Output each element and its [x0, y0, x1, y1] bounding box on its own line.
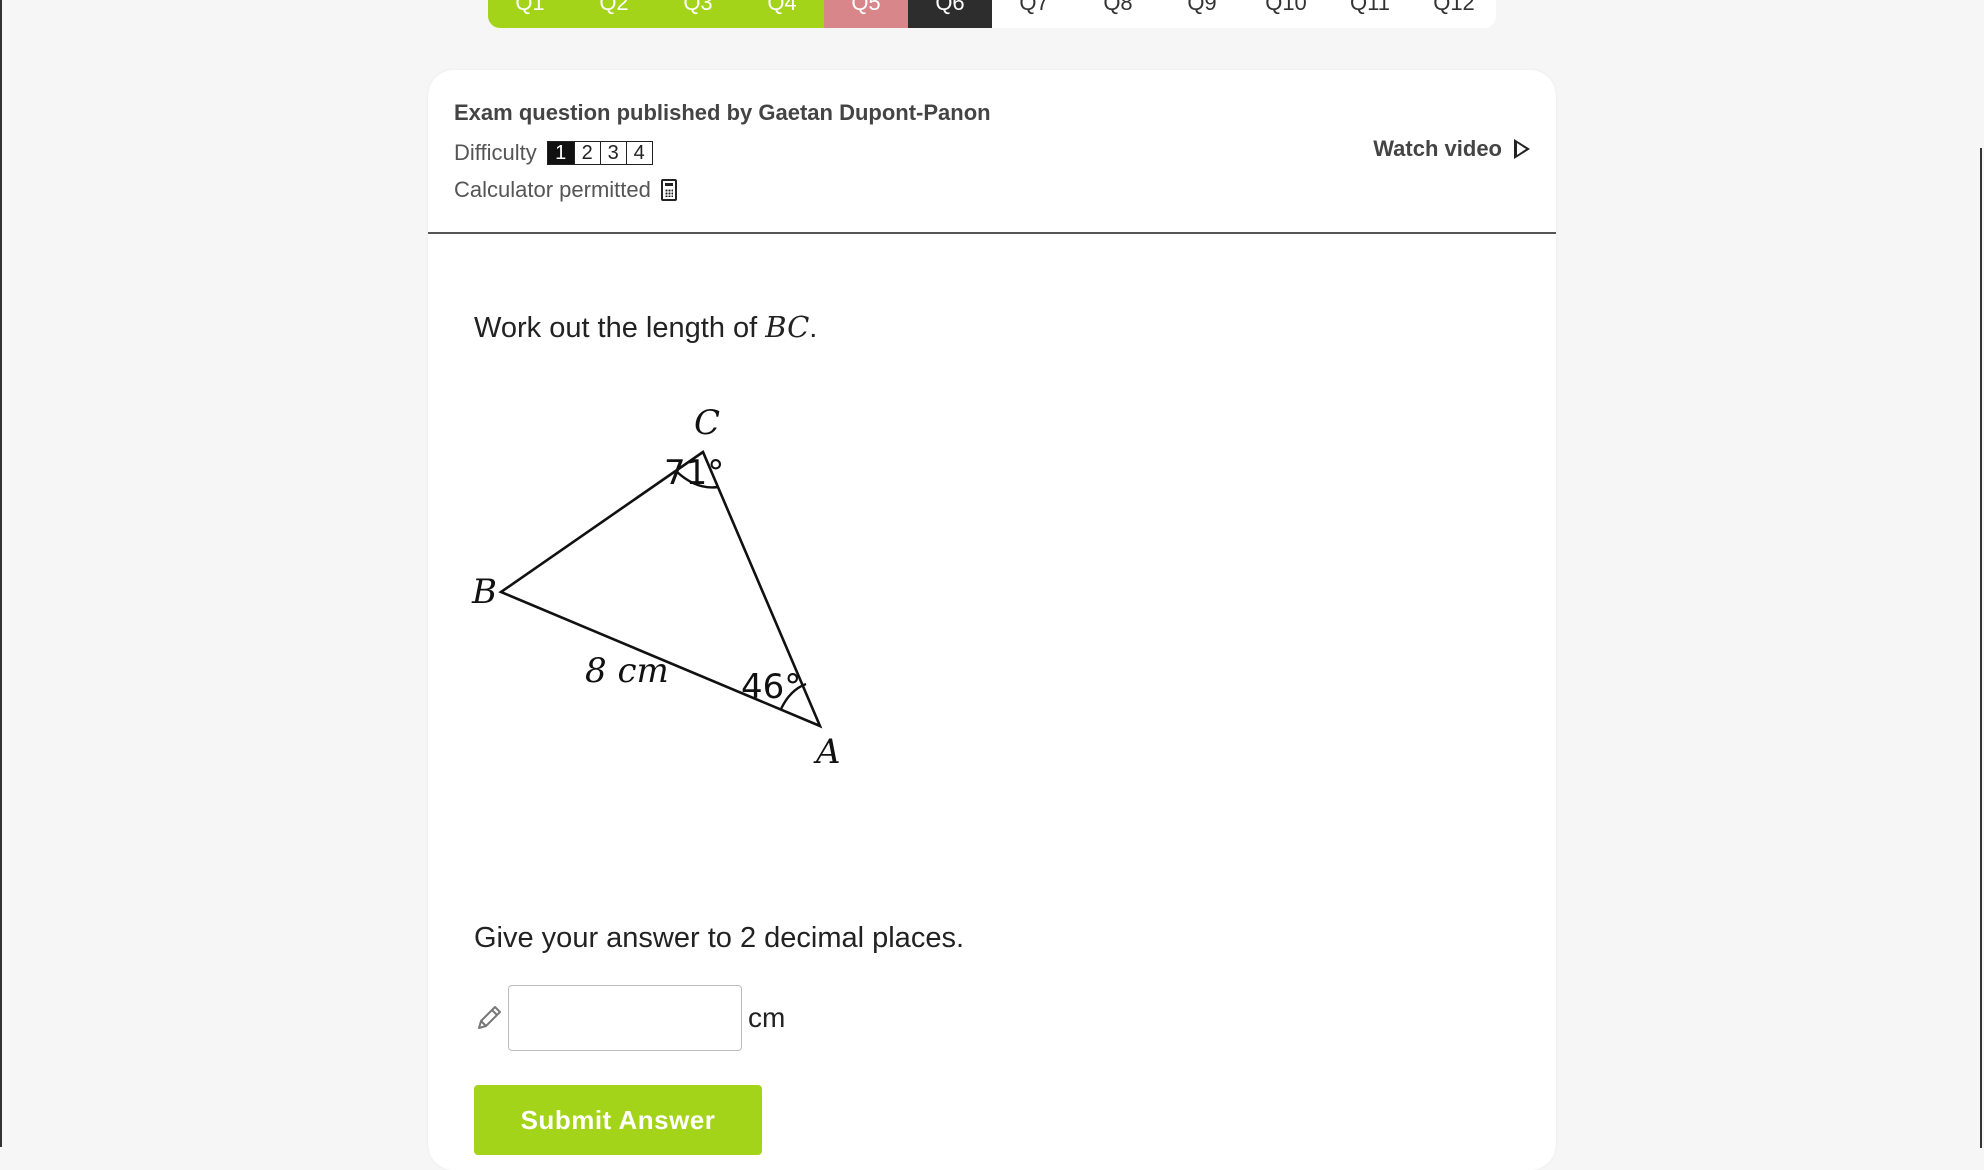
question-tab-q5[interactable]: Q5 [824, 0, 908, 28]
triangle-diagram: C B A 71° 46° 8 cm [471, 403, 841, 772]
vertex-c-label: C [694, 403, 720, 443]
question-tab-q12[interactable]: Q12 [1412, 0, 1496, 28]
submit-answer-button[interactable]: Submit Answer [474, 1085, 762, 1155]
question-header: Exam question published by Gaetan Dupont… [428, 70, 1556, 234]
question-tab-q3[interactable]: Q3 [656, 0, 740, 28]
difficulty-level-3: 3 [599, 142, 626, 164]
vertex-a-label: A [813, 732, 841, 772]
publisher-text: Exam question published by Gaetan Dupont… [454, 100, 991, 125]
watch-video-label: Watch video [1373, 136, 1502, 161]
question-text-suffix: . [809, 312, 818, 344]
question-tab-label: Q1 [515, 0, 545, 15]
question-tab-label: Q11 [1350, 0, 1390, 15]
calculator-permitted: Calculator permitted [454, 177, 677, 203]
question-tab-label: Q6 [935, 0, 965, 15]
question-tab-label: Q7 [1019, 0, 1049, 15]
answer-instruction: Give your answer to 2 decimal places. [474, 922, 964, 954]
question-card: Exam question published by Gaetan Dupont… [428, 70, 1556, 1170]
question-tab-bar: Q1 Q2 Q3 Q4 Q5 Q6 Q7 Q8 Q9 Q10 Q11 Q12 [488, 0, 1496, 28]
question-tab-label: Q2 [599, 0, 629, 15]
difficulty-scale: 1234 [546, 141, 653, 165]
question-tab-label: Q4 [767, 0, 797, 15]
angle-c-label: 71° [664, 453, 724, 493]
question-tab-label: Q3 [683, 0, 713, 15]
difficulty-level-4: 4 [625, 142, 652, 164]
play-icon [1514, 139, 1530, 159]
question-tab-q1[interactable]: Q1 [488, 0, 572, 28]
difficulty-indicator: Difficulty 1234 [454, 140, 653, 166]
question-tab-q6[interactable]: Q6 [908, 0, 992, 28]
question-tab-label: Q9 [1187, 0, 1217, 15]
watch-video-button[interactable]: Watch video [1373, 136, 1530, 162]
question-math: BC [765, 310, 810, 344]
difficulty-level-2: 2 [573, 142, 600, 164]
angle-a-label: 46° [741, 667, 801, 707]
calculator-label: Calculator permitted [454, 177, 651, 202]
question-tab-label: Q8 [1103, 0, 1133, 15]
unit-label: cm [748, 1002, 786, 1033]
question-tab-label: Q10 [1265, 0, 1307, 15]
question-tab-q9[interactable]: Q9 [1160, 0, 1244, 28]
scrollbar[interactable] [1980, 148, 1982, 1148]
difficulty-level-1: 1 [547, 142, 574, 164]
question-tab-q8[interactable]: Q8 [1076, 0, 1160, 28]
vertex-b-label: B [471, 572, 497, 612]
question-tab-label: Q5 [851, 0, 881, 15]
question-tab-q7[interactable]: Q7 [992, 0, 1076, 28]
answer-row: cm [474, 985, 785, 1051]
question-tab-q2[interactable]: Q2 [572, 0, 656, 28]
question-tab-q4[interactable]: Q4 [740, 0, 824, 28]
question-text-prefix: Work out the length of [474, 312, 766, 344]
question-prompt: Work out the length of BC. [474, 310, 817, 345]
pencil-icon [478, 1006, 501, 1029]
difficulty-label: Difficulty [454, 140, 537, 165]
question-tab-q10[interactable]: Q10 [1244, 0, 1328, 28]
submit-label: Submit Answer [520, 1104, 716, 1135]
question-tab-label: Q12 [1433, 0, 1475, 15]
answer-input[interactable] [508, 985, 742, 1051]
calculator-icon [660, 179, 677, 201]
side-ab-label: 8 cm [585, 651, 669, 691]
question-tab-q11[interactable]: Q11 [1328, 0, 1412, 28]
